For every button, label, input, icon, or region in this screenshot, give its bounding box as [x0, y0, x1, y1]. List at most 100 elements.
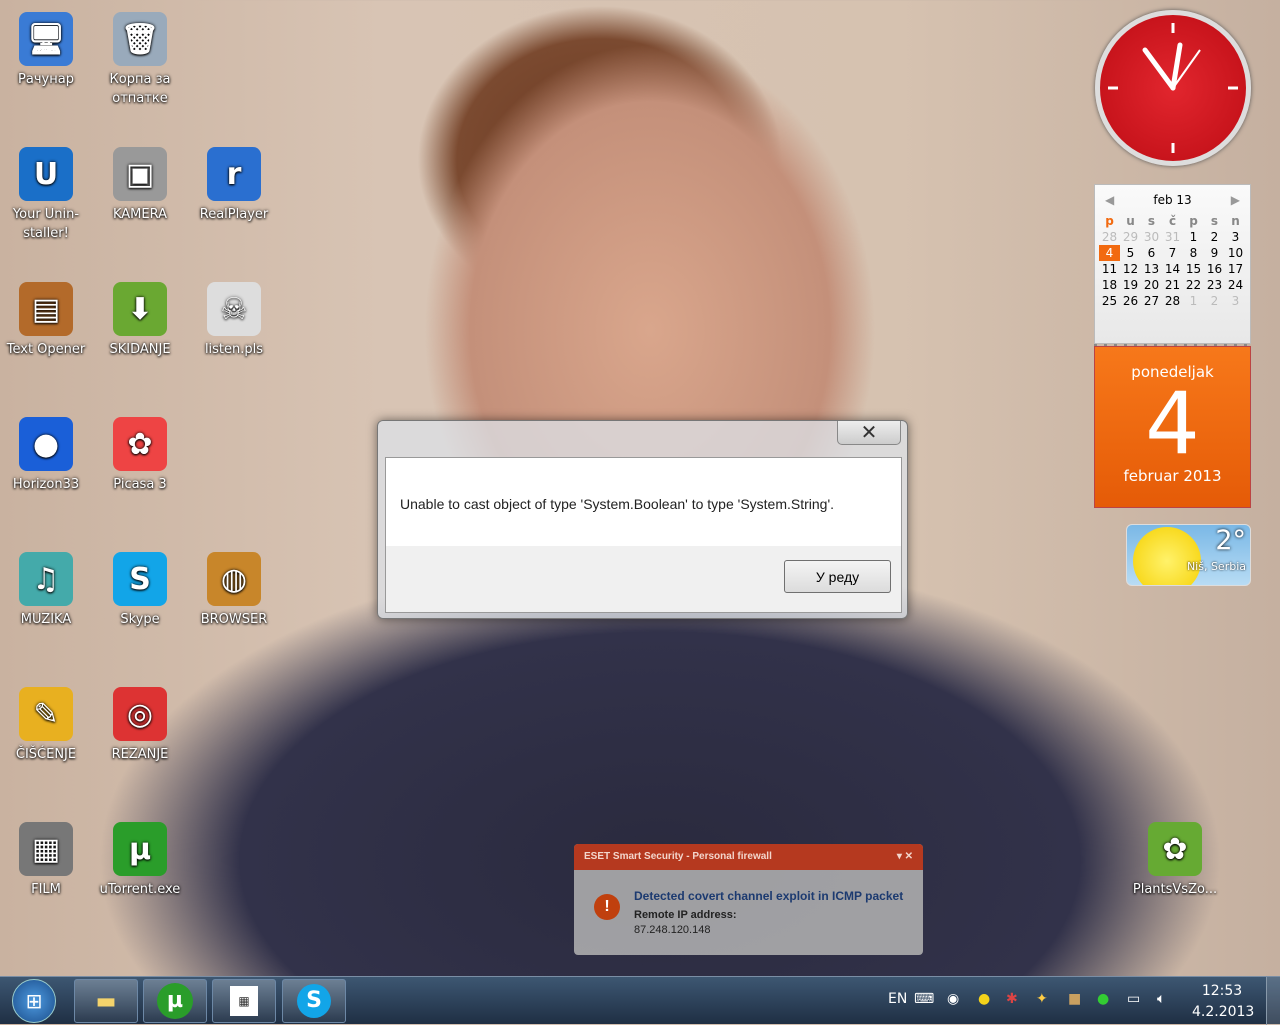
- taskbar-skype[interactable]: S: [282, 979, 346, 1023]
- desktop-icon-label: Picasa 3: [113, 477, 167, 492]
- weather-gadget[interactable]: 2° Niš, Serbia: [1126, 524, 1251, 586]
- weekday-header: p: [1105, 214, 1114, 228]
- next-month-icon[interactable]: ▶: [1231, 193, 1240, 207]
- eset-close-icon[interactable]: ▾ ✕: [897, 851, 913, 862]
- package-icon[interactable]: ■: [1068, 991, 1081, 1007]
- calendar-day[interactable]: 12: [1120, 261, 1141, 277]
- clock-gadget[interactable]: [1095, 10, 1251, 166]
- desktop-icon[interactable]: ▦ FILM: [0, 822, 92, 899]
- calendar-day[interactable]: 25: [1099, 293, 1120, 309]
- calendar-day[interactable]: 11: [1099, 261, 1120, 277]
- calendar-day[interactable]: 8: [1183, 245, 1204, 261]
- desktop-icon[interactable]: U Your Unin-staller!: [0, 147, 92, 243]
- tray-app-icon[interactable]: ◉: [947, 991, 959, 1007]
- desktop-icon-label: Рачунар: [18, 72, 74, 87]
- desktop-icon[interactable]: ▣ KAMERA: [94, 147, 186, 224]
- desktop-icon[interactable]: S Skype: [94, 552, 186, 629]
- desktop-icon[interactable]: ● Horizon33: [0, 417, 92, 494]
- start-button[interactable]: ⊞: [12, 979, 56, 1023]
- ok-button[interactable]: У реду: [784, 560, 891, 593]
- calendar-day[interactable]: 22: [1183, 277, 1204, 293]
- plants-icon: ✿: [1148, 822, 1202, 876]
- prev-month-icon[interactable]: ◀: [1105, 193, 1114, 207]
- windows-logo-icon: ⊞: [25, 989, 43, 1013]
- calendar-day[interactable]: 6: [1141, 245, 1162, 261]
- desktop-icon[interactable]: ▤ Text Opener: [0, 282, 92, 359]
- dialog-close-button[interactable]: ✕: [837, 421, 901, 445]
- calendar-day[interactable]: 18: [1099, 277, 1120, 293]
- weather-temp: 2°: [1215, 525, 1246, 556]
- calendar-day[interactable]: 5: [1120, 245, 1141, 261]
- calendar-day[interactable]: 2: [1204, 293, 1225, 309]
- calendar-day[interactable]: 28: [1099, 229, 1120, 245]
- calendar-day[interactable]: 23: [1204, 277, 1225, 293]
- burn-disc-icon: ◎: [113, 687, 167, 741]
- calendar-day[interactable]: 31: [1162, 229, 1183, 245]
- calendar-day[interactable]: 1: [1183, 229, 1204, 245]
- sun-icon: [1133, 527, 1201, 585]
- calendar-day[interactable]: 3: [1225, 229, 1246, 245]
- calendar-day[interactable]: 3: [1225, 293, 1246, 309]
- calendar-day-page[interactable]: ponedeljak 4 februar 2013: [1094, 346, 1251, 508]
- calendar-day[interactable]: 15: [1183, 261, 1204, 277]
- globe-icon: ●: [19, 417, 73, 471]
- phone-tray-icon[interactable]: ●: [978, 991, 990, 1007]
- show-desktop-button[interactable]: [1266, 977, 1280, 1025]
- taskbar-utorrent[interactable]: µ: [143, 979, 207, 1023]
- date: 4.2.2013: [1192, 1004, 1255, 1020]
- desktop-icon[interactable]: ♫ MUZIKA: [0, 552, 92, 629]
- volume-icon[interactable]: 🔈︎: [1157, 991, 1165, 1007]
- calendar-day[interactable]: 2: [1204, 229, 1225, 245]
- calendar-day[interactable]: 30: [1141, 229, 1162, 245]
- desktop-icon[interactable]: ☠ listen.pls: [188, 282, 280, 359]
- desktop-icon-label: REZANJE: [111, 747, 169, 762]
- skype-icon: S: [297, 984, 331, 1018]
- calendar-day[interactable]: 13: [1141, 261, 1162, 277]
- calendar-day[interactable]: 20: [1141, 277, 1162, 293]
- desktop-icon[interactable]: 🗑︎ Корпа за отпатке: [94, 12, 186, 108]
- magic-wand-icon[interactable]: ✦: [1036, 991, 1048, 1007]
- desktop-icon[interactable]: ◍ BROWSER: [188, 552, 280, 629]
- desktop-icon[interactable]: ✿ Picasa 3: [94, 417, 186, 494]
- calendar-day[interactable]: 24: [1225, 277, 1246, 293]
- calendar-day[interactable]: 16: [1204, 261, 1225, 277]
- desktop-icon[interactable]: 🖥︎ Рачунар: [0, 12, 92, 89]
- dialog-message: Unable to cast object of type 'System.Bo…: [400, 496, 835, 512]
- calendar-day[interactable]: 4: [1099, 245, 1120, 261]
- camera-icon: ▣: [113, 147, 167, 201]
- desktop-icon[interactable]: ⬇ SKIDANJE: [94, 282, 186, 359]
- calendar-day[interactable]: 29: [1120, 229, 1141, 245]
- warning-icon: !: [594, 894, 620, 920]
- utorrent-tray-icon[interactable]: ●: [1097, 991, 1109, 1007]
- calendar-day[interactable]: 26: [1120, 293, 1141, 309]
- uninstaller-icon: U: [19, 147, 73, 201]
- clock[interactable]: 12:53 4.2.2013: [1192, 981, 1255, 1023]
- keyboard-icon[interactable]: ⌨: [914, 991, 934, 1007]
- utorrent-icon: µ: [157, 983, 193, 1019]
- desktop-icon[interactable]: ◎ REZANJE: [94, 687, 186, 764]
- calendar-day[interactable]: 21: [1162, 277, 1183, 293]
- desktop-icon[interactable]: ✿ PlantsVsZo...: [1129, 822, 1221, 899]
- calendar-day[interactable]: 9: [1204, 245, 1225, 261]
- calendar-day[interactable]: 28: [1162, 293, 1183, 309]
- desktop-icon[interactable]: µ uTorrent.exe: [94, 822, 186, 899]
- calendar-day[interactable]: 10: [1225, 245, 1246, 261]
- desktop-icon[interactable]: ✎ ČIŠĆENJE: [0, 687, 92, 764]
- taskbar-app[interactable]: ▦: [212, 979, 276, 1023]
- skype-icon: S: [113, 552, 167, 606]
- calendar-day[interactable]: 7: [1162, 245, 1183, 261]
- language-indicator[interactable]: EN: [888, 991, 907, 1007]
- calendar-gadget: ◀ feb 13 ▶ p u s č p s n 28 29 30 31 1 2 3 4 5 6 7 8 9 10 11 1…: [1094, 184, 1251, 508]
- network-icon[interactable]: ▭: [1127, 991, 1140, 1007]
- calendar-day[interactable]: 1: [1183, 293, 1204, 309]
- molecule-tray-icon[interactable]: ✱: [1006, 991, 1018, 1007]
- calendar-day[interactable]: 14: [1162, 261, 1183, 277]
- calendar-day[interactable]: 17: [1225, 261, 1246, 277]
- eset-ip: 87.248.120.148: [634, 924, 711, 936]
- month-year: februar 2013: [1123, 467, 1222, 485]
- playlist-file-icon: ☠: [207, 282, 261, 336]
- desktop-icon[interactable]: r RealPlayer: [188, 147, 280, 224]
- calendar-day[interactable]: 27: [1141, 293, 1162, 309]
- taskbar-explorer[interactable]: ▬: [74, 979, 138, 1023]
- calendar-day[interactable]: 19: [1120, 277, 1141, 293]
